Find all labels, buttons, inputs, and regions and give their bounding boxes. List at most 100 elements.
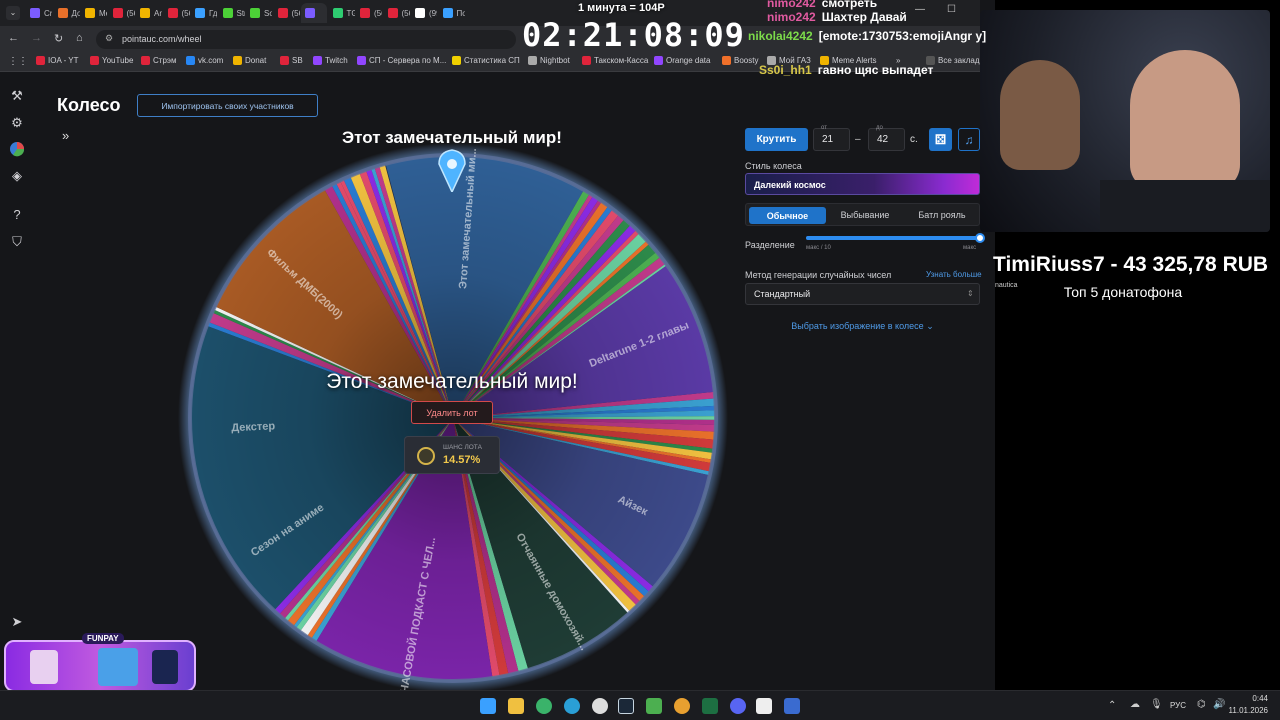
rng-learn-more-link[interactable]: Узнать больше <box>926 270 982 279</box>
bookmark-item[interactable]: Nightbot <box>528 56 570 65</box>
tab-normal[interactable]: Обычное <box>749 207 826 224</box>
tray-chevron-icon[interactable]: ⌃ <box>1108 700 1116 711</box>
to-input[interactable]: 42 <box>868 128 905 151</box>
bookmark-item[interactable]: Orange data <box>654 56 710 65</box>
wheel-style-select[interactable]: Далекий космос <box>745 173 980 195</box>
browser-tab[interactable]: Strea <box>219 3 245 23</box>
stream-timer: 02:21:08:09 <box>522 16 745 54</box>
help-icon[interactable]: ? <box>9 207 25 223</box>
bookmark-item[interactable]: Twitch <box>313 56 348 65</box>
tab-favicon-icon <box>167 8 178 18</box>
browser-icon[interactable] <box>674 698 690 714</box>
browser-tab[interactable]: (56) <box>274 3 300 23</box>
start-icon[interactable] <box>480 698 496 714</box>
rng-method-select[interactable]: Стандартный ⇕ <box>745 283 980 305</box>
chat-message: nimo242 смотреть <box>767 0 877 10</box>
maximize-icon[interactable]: ☐ <box>947 4 956 15</box>
url-input[interactable]: ⚙ pointauc.com/wheel <box>96 30 516 49</box>
import-participants-button[interactable]: Импортировать своих участников <box>137 94 318 117</box>
tab-label: Пол <box>456 8 465 18</box>
browser-tab[interactable]: (56) <box>356 3 382 23</box>
all-bookmarks[interactable]: Все заклад <box>926 56 980 65</box>
bookmark-item[interactable]: Статистика СП <box>452 56 520 65</box>
spin-button[interactable]: Крутить <box>745 128 808 151</box>
browser-tab[interactable]: Пол <box>439 3 465 23</box>
bookmark-item[interactable]: SB <box>280 56 303 65</box>
bookmark-label: Boosty <box>734 56 759 65</box>
telegram-icon[interactable]: ➤ <box>9 614 25 630</box>
back-icon[interactable]: ← <box>8 32 19 44</box>
home-icon[interactable]: ⌂ <box>76 32 83 44</box>
browser-tab[interactable]: TG <box>329 3 355 23</box>
wheel-icon[interactable] <box>9 141 25 157</box>
minecraft-icon[interactable] <box>646 698 662 714</box>
tab-elimination[interactable]: Выбывание <box>830 210 900 220</box>
tab-favicon-icon <box>250 8 260 18</box>
shield-icon[interactable]: ⛉ <box>9 234 25 250</box>
browser-tab[interactable] <box>301 3 327 23</box>
bookmark-favicon-icon <box>582 56 591 65</box>
split-slider[interactable] <box>806 233 985 243</box>
telegram-app-icon[interactable] <box>564 698 580 714</box>
browser-tab[interactable]: Где с <box>191 3 217 23</box>
dice-icon[interactable]: ⚄ <box>929 128 952 151</box>
bookmark-item[interactable]: СП - Сервера по М... <box>357 56 446 65</box>
tray-cloud-icon[interactable]: ☁ <box>1130 699 1140 710</box>
bookmark-item[interactable]: YouTube <box>90 56 133 65</box>
browser-tab[interactable]: Sopi <box>246 3 272 23</box>
browser-tab[interactable]: (99+ <box>411 3 437 23</box>
bookmark-item[interactable]: Donat <box>233 56 266 65</box>
url-text: pointauc.com/wheel <box>122 34 202 44</box>
browser-tab[interactable]: (56) <box>109 3 135 23</box>
steam-icon[interactable] <box>618 698 634 714</box>
tab-battle-royale[interactable]: Батл рояль <box>906 210 978 220</box>
minimize-icon[interactable]: — <box>915 4 925 15</box>
split-slider-thumb[interactable] <box>975 233 985 243</box>
excel-icon[interactable] <box>702 698 718 714</box>
browser-tab[interactable]: Amn <box>136 3 162 23</box>
language-indicator[interactable]: РУС <box>1170 701 1186 710</box>
tab-favicon-icon <box>140 8 150 18</box>
coin-icon <box>417 447 435 465</box>
expand-panel-icon[interactable]: » <box>62 128 69 143</box>
layers-icon[interactable]: ◈ <box>9 168 25 184</box>
bookmark-item[interactable]: Стрэм <box>141 56 176 65</box>
chrome-icon[interactable] <box>536 698 552 714</box>
left-rail: ⚒ ⚙ ◈ ? ⛉ ➤ <box>0 72 34 690</box>
chat-message: Ss0i_hh1 гавно щяс выпадет <box>759 63 933 77</box>
capcut-icon[interactable] <box>756 698 772 714</box>
delete-lot-button[interactable]: Удалить лот <box>411 401 493 424</box>
volume-icon[interactable]: 🔊 <box>1213 699 1225 710</box>
wifi-icon[interactable]: ⌬ <box>1197 699 1206 710</box>
remote-icon[interactable] <box>784 698 800 714</box>
tray-mic-icon[interactable]: 🎙 <box>1150 699 1163 710</box>
discord-icon[interactable] <box>730 698 746 714</box>
gear-icon[interactable]: ⚙ <box>9 115 25 131</box>
browser-tab[interactable]: (56) <box>384 3 410 23</box>
gavel-icon[interactable]: ⚒ <box>9 88 25 104</box>
browser-tab[interactable]: Дон <box>54 3 80 23</box>
tab-favicon-icon <box>222 8 233 18</box>
bookmark-item[interactable]: Boosty <box>722 56 758 65</box>
apps-icon[interactable]: ⋮⋮ <box>8 56 28 67</box>
tab-list-button[interactable]: ⌄ <box>6 6 20 20</box>
from-input[interactable]: 21 <box>813 128 850 151</box>
bookmark-favicon-icon <box>141 56 150 65</box>
bookmark-item[interactable]: Такском-Касса <box>582 56 648 65</box>
tab-favicon-icon <box>277 8 288 18</box>
bookmark-item[interactable]: vk.com <box>186 56 223 65</box>
forward-icon[interactable]: → <box>31 32 42 44</box>
choose-image-link[interactable]: Выбрать изображение в колесе ⌄ <box>745 321 980 332</box>
music-icon[interactable]: ♫ <box>958 128 980 151</box>
explorer-icon[interactable] <box>508 698 524 714</box>
browser-tab[interactable]: (56) <box>164 3 190 23</box>
chat-text: [emote:1730753:emojiAngr y] <box>818 29 987 43</box>
reload-icon[interactable]: ↻ <box>54 32 63 45</box>
site-info-icon[interactable]: ⚙ <box>105 33 113 44</box>
obs-icon[interactable] <box>592 698 608 714</box>
browser-tab[interactable]: Crea <box>26 3 52 23</box>
browser-tab[interactable]: Mem <box>81 3 107 23</box>
clock-date[interactable]: 11.01.2026 <box>1228 706 1268 715</box>
clock-time[interactable]: 0:44 <box>1228 694 1268 703</box>
bookmark-item[interactable]: IOA - YT <box>36 56 79 65</box>
